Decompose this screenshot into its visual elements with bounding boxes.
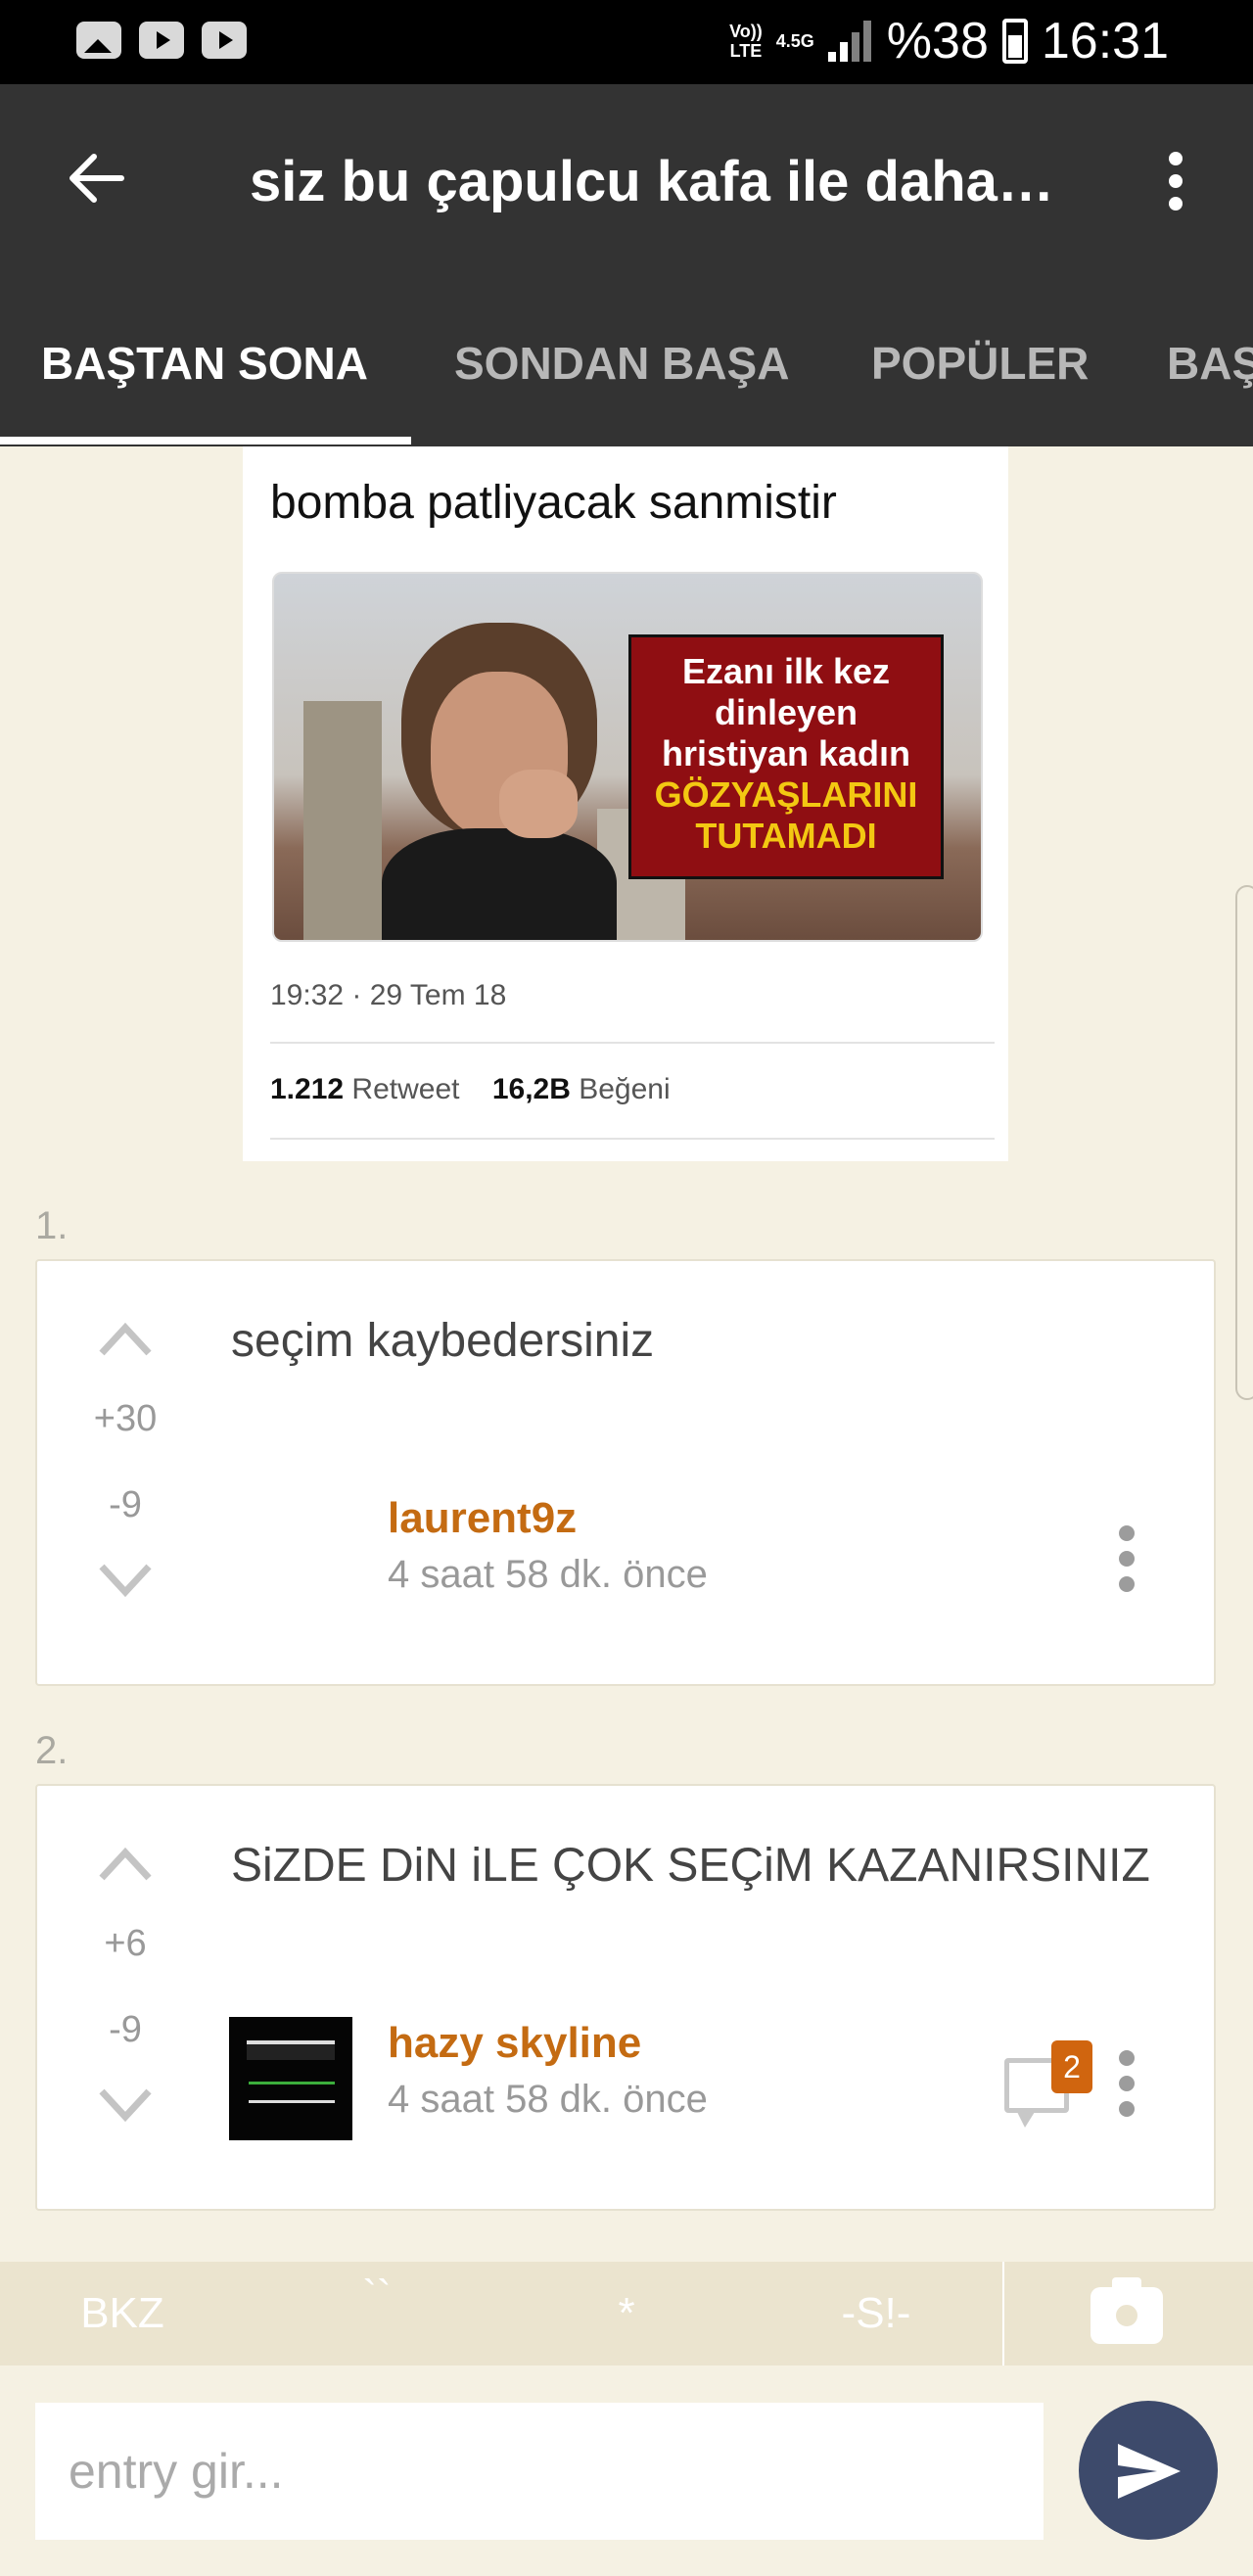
entry-number: 2. (35, 1729, 69, 1772)
photo-icon (76, 22, 121, 59)
retweet-label: Retweet (351, 1073, 460, 1105)
composer (0, 2365, 1253, 2576)
author-link[interactable]: laurent9z (388, 1494, 577, 1543)
spoiler-button[interactable]: -S!- (812, 2262, 940, 2365)
chevron-down-icon[interactable] (98, 2085, 153, 2125)
tweet-image[interactable]: Ezanı ilk kez dinleyen hristiyan kadın G… (272, 572, 983, 942)
clock: 16:31 (1041, 13, 1169, 70)
image-caption: Ezanı ilk kez dinleyen hristiyan kadın G… (628, 634, 944, 879)
camera-icon[interactable] (1091, 2277, 1163, 2344)
backtick-button[interactable]: `` (323, 2262, 431, 2365)
battery-icon (1001, 19, 1028, 64)
tab-bastan-sona[interactable]: BAŞTAN SONA (41, 329, 368, 446)
format-toolbar: BKZ `` * -S!- (0, 2262, 1253, 2365)
comment-count-badge[interactable]: 2 (1051, 2040, 1092, 2093)
entry-card: +30 -9 seçim kaybedersiniz laurent9z 4 s… (35, 1259, 1216, 1686)
upvote-count: +30 (93, 1398, 158, 1439)
divider (270, 1042, 995, 1044)
bkz-button[interactable]: BKZ (59, 2262, 186, 2365)
entry-card: +6 -9 SiZDE DiN iLE ÇOK SEÇiM KAZANIRSIN… (35, 1784, 1216, 2211)
send-button[interactable] (1079, 2401, 1218, 2540)
status-bar: Vo)) LTE 4.5G %38 16:31 (0, 0, 1253, 84)
embedded-tweet[interactable]: bomba patliyacak sanmistir Ezanı ilk kez… (243, 446, 1008, 1161)
asterisk-button[interactable]: * (578, 2262, 675, 2365)
chevron-up-icon[interactable] (98, 1320, 153, 1359)
tweet-text: bomba patliyacak sanmistir (270, 477, 837, 529)
entry-number: 1. (35, 1204, 69, 1247)
youtube-icon (139, 22, 184, 59)
avatar[interactable] (229, 2017, 352, 2140)
page-title: siz bu çapulcu kafa ile daha… (250, 150, 1054, 213)
entry-time: 4 saat 58 dk. önce (388, 1553, 708, 1596)
send-icon (1118, 2444, 1181, 2499)
entry-time: 4 saat 58 dk. önce (388, 2078, 708, 2121)
scroll-handle[interactable] (1235, 885, 1253, 1400)
tab-bas[interactable]: BAŞ (1167, 329, 1253, 446)
like-label: Beğeni (579, 1073, 671, 1105)
divider (270, 1138, 995, 1140)
network-indicator: Vo)) LTE (729, 22, 763, 61)
signal-icon (827, 21, 873, 62)
author-link[interactable]: hazy skyline (388, 2019, 641, 2068)
retweet-count: 1.212 (270, 1073, 345, 1105)
youtube-icon (202, 22, 247, 59)
entry-input[interactable] (35, 2403, 1044, 2540)
more-vert-icon[interactable] (1112, 2050, 1141, 2119)
entry-text: seçim kaybedersiniz (231, 1315, 655, 1367)
tweet-stats: 1.212 Retweet 16,2B Beğeni (270, 1073, 671, 1106)
battery-percent: %38 (886, 13, 989, 70)
upvote-count: +6 (104, 1923, 147, 1964)
chevron-up-icon[interactable] (98, 1845, 153, 1884)
like-count: 16,2B (491, 1073, 571, 1105)
tab-populer[interactable]: POPÜLER (871, 329, 1089, 446)
divider (1002, 2262, 1004, 2365)
entry-text: SiZDE DiN iLE ÇOK SEÇiM KAZANIRSINIZ (231, 1840, 1150, 1892)
more-vert-icon[interactable] (1161, 152, 1190, 211)
downvote-count: -9 (109, 1484, 142, 1525)
tab-indicator (0, 437, 411, 445)
tab-sondan-basa[interactable]: SONDAN BAŞA (454, 329, 789, 446)
downvote-count: -9 (109, 2009, 142, 2050)
chevron-down-icon[interactable] (98, 1561, 153, 1600)
data-indicator: 4.5G (775, 31, 814, 51)
tweet-date: 19:32 · 29 Tem 18 (270, 979, 507, 1011)
tab-bar: BAŞTAN SONA SONDAN BAŞA POPÜLER BAŞ (0, 329, 1253, 446)
more-vert-icon[interactable] (1112, 1525, 1141, 1594)
back-arrow-icon[interactable] (65, 147, 127, 210)
